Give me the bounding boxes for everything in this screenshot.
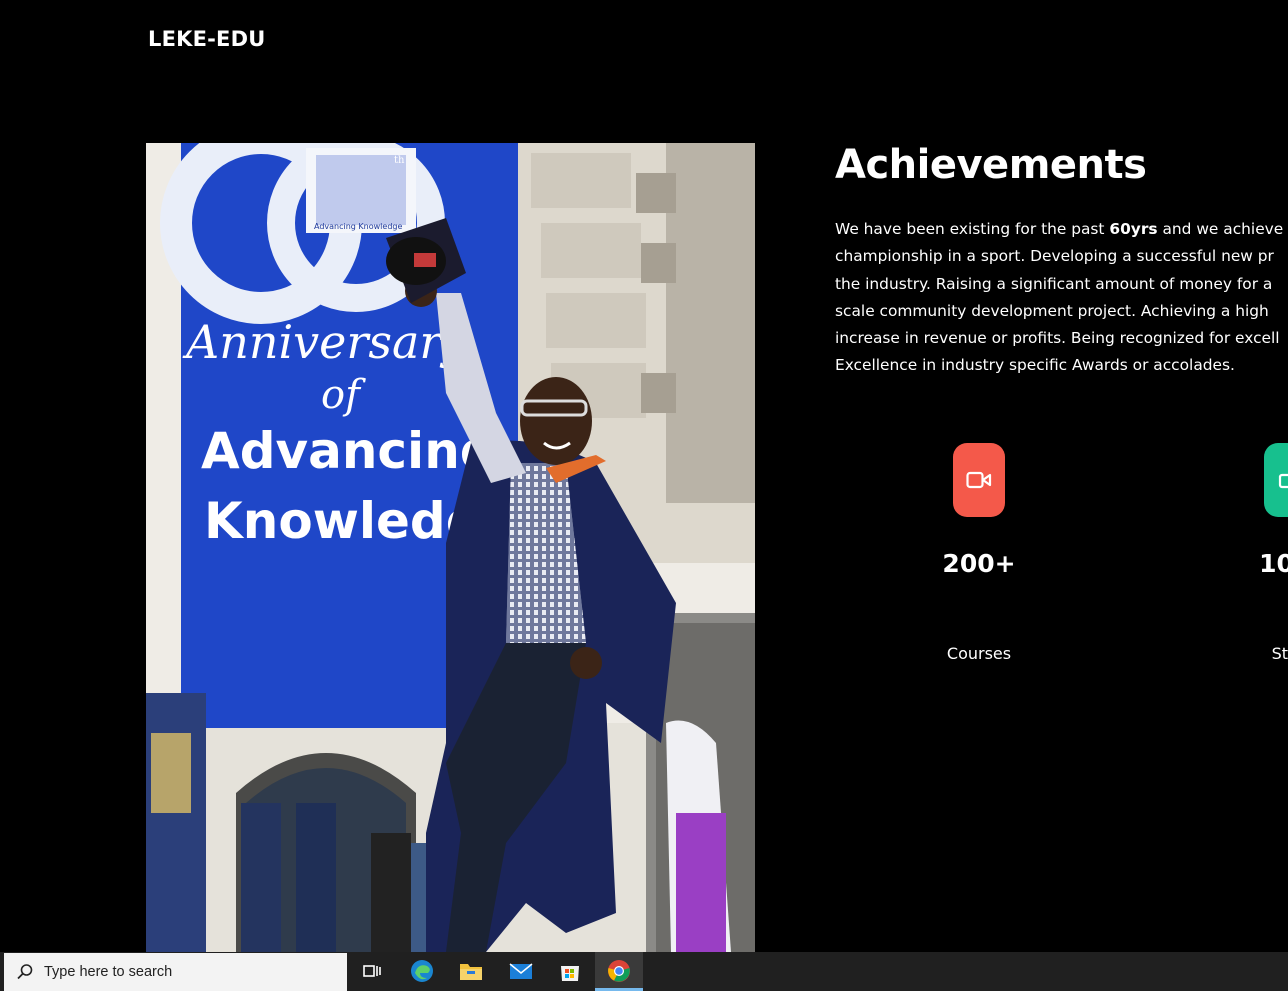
achievements-paragraph: We have been existing for the past 60yrs… [835,216,1288,380]
file-explorer-icon[interactable] [459,959,483,983]
search-icon [17,964,33,980]
share-icon [1264,443,1288,517]
stat-courses: 200+ Courses [899,443,1059,663]
chrome-icon [608,960,630,982]
svg-text:Advancing: Advancing [201,422,496,480]
paragraph-line: increase in revenue or profits. Being re… [835,329,1280,348]
paragraph-line: Excellence in industry specific Awards o… [835,356,1235,375]
stat-value: 10,0 [1259,549,1288,578]
stat-label: Courses [946,644,1012,663]
edge-icon[interactable] [410,959,434,983]
video-icon [953,443,1005,517]
store-icon[interactable] [558,959,582,983]
stat-students: 10,0 Stud [1210,443,1288,663]
chrome-taskbar-button[interactable] [595,952,643,991]
svg-text:Advancing Knowledge: Advancing Knowledge [314,222,402,231]
taskbar-search-box[interactable]: Type here to search [4,953,347,991]
stat-value: 200+ [942,549,1016,578]
task-view-icon[interactable] [360,959,384,983]
svg-text:th: th [394,155,405,166]
paragraph-line: We have been existing for the past 60yrs… [835,220,1284,238]
search-placeholder: Type here to search [44,964,173,980]
mail-icon[interactable] [509,959,533,983]
paragraph-line: the industry. Raising a significant amou… [835,274,1273,293]
paragraph-line: scale community development project. Ach… [835,301,1269,320]
site-logo[interactable]: LEKE-EDU [148,27,266,51]
svg-text:of: of [321,372,366,418]
stat-label: Stud [1271,644,1288,663]
windows-taskbar: Type here to search [0,952,1288,991]
paragraph-line: championship in a sport. Developing a su… [835,247,1274,266]
graduate-photo: Advancing Knowledge th Anniversary of Ad… [146,143,755,952]
section-title: Achievements [835,142,1147,188]
svg-text:Anniversary: Anniversary [182,315,468,369]
